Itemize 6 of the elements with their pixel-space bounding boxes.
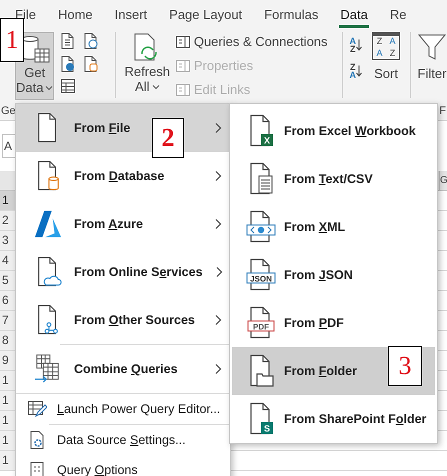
step-number-tooltip: 2 xyxy=(152,118,184,158)
group-label: Ge xyxy=(1,104,16,119)
step-number-tooltip: 3 xyxy=(388,346,422,386)
sort-icon: Z A A Z xyxy=(372,32,400,60)
group-label: F xyxy=(439,104,446,119)
column-header: G xyxy=(439,171,447,190)
